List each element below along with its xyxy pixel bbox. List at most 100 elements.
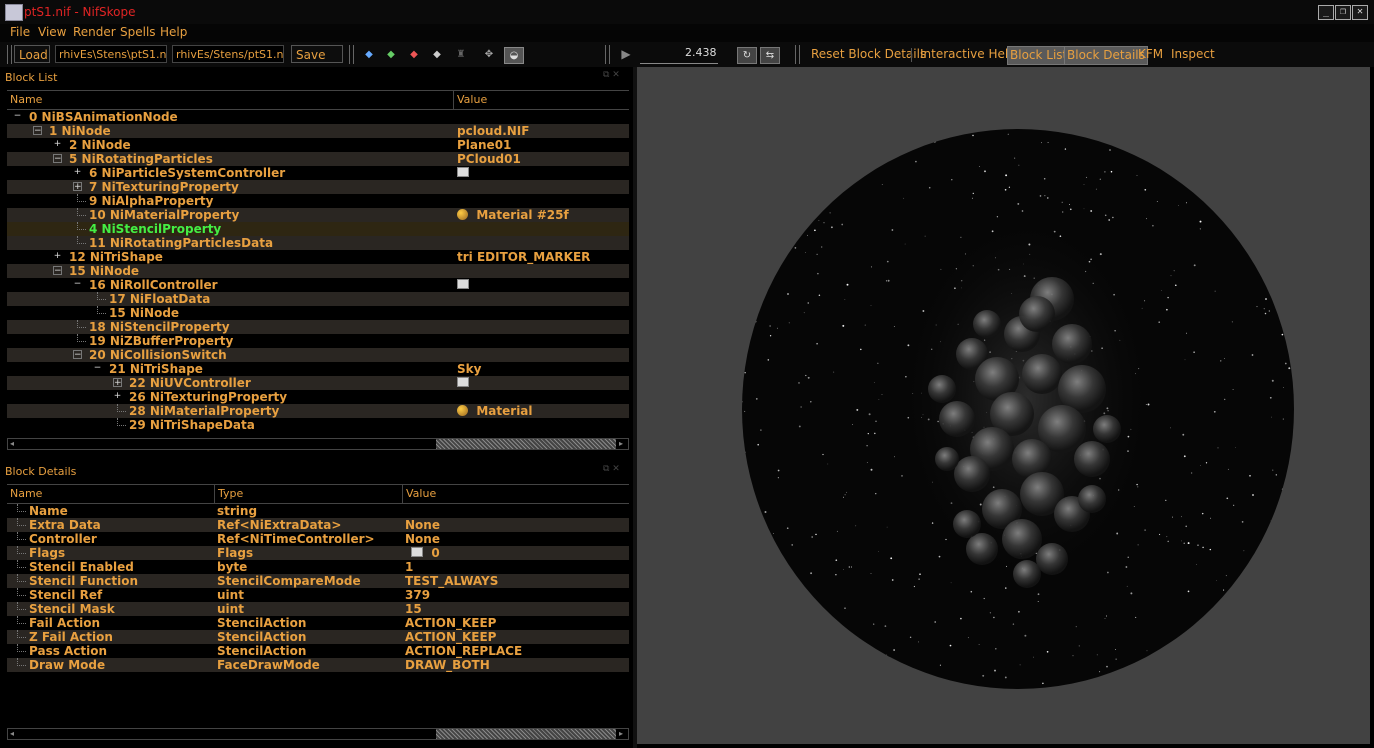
inspect-button[interactable]: Inspect bbox=[1171, 47, 1215, 61]
tree-row[interactable]: 29 NiTriShapeData bbox=[7, 418, 629, 432]
details-row[interactable]: Z Fail Action StencilAction ACTION_KEEP bbox=[7, 630, 629, 644]
dock-float-icon[interactable]: ⧉ ✕ bbox=[603, 464, 620, 474]
expand-icon[interactable]: + bbox=[73, 182, 82, 192]
tree-row[interactable]: 17 NiFloatData bbox=[7, 292, 629, 306]
details-field-value[interactable]: None bbox=[405, 532, 627, 546]
save-path-field[interactable]: rhivEs/Stens/ptS1.nif bbox=[172, 45, 284, 63]
load-button[interactable]: Load bbox=[14, 45, 50, 63]
details-field-value[interactable]: None bbox=[405, 518, 627, 532]
details-row[interactable]: Controller Ref<NiTimeController> None bbox=[7, 532, 629, 546]
flip-view-icon[interactable]: ✥ bbox=[480, 47, 498, 62]
toolbar-handle-3[interactable] bbox=[605, 45, 610, 64]
render-viewport[interactable] bbox=[637, 67, 1370, 744]
tree-row[interactable]: +22 NiUVController bbox=[7, 376, 629, 390]
tree-row[interactable]: −20 NiCollisionSwitch bbox=[7, 348, 629, 362]
tree-row[interactable]: −16 NiRollController bbox=[7, 278, 629, 292]
tree-row[interactable]: −0 NiBSAnimationNode bbox=[7, 110, 629, 124]
details-row[interactable]: Name string bbox=[7, 504, 629, 518]
tree-row[interactable]: 28 NiMaterialProperty Material bbox=[7, 404, 629, 418]
menu-render[interactable]: Render bbox=[73, 25, 116, 39]
dock-float-icon[interactable]: ⧉ ✕ bbox=[603, 70, 620, 80]
block-list-toggle[interactable]: Block List bbox=[1007, 46, 1071, 65]
expand-icon[interactable]: + bbox=[53, 252, 62, 261]
tree-row[interactable]: 18 NiStencilProperty bbox=[7, 320, 629, 334]
collapse-icon[interactable]: − bbox=[93, 364, 102, 373]
expand-icon[interactable]: + bbox=[53, 140, 62, 149]
column-header-name[interactable]: Name bbox=[7, 91, 454, 109]
tree-row[interactable]: −21 NiTriShape Sky bbox=[7, 362, 629, 376]
collapse-icon[interactable]: − bbox=[73, 350, 82, 360]
switch-animation-icon[interactable]: ⇆ bbox=[760, 47, 780, 64]
details-field-value[interactable]: ACTION_KEEP bbox=[405, 616, 627, 630]
details-field-value[interactable]: ACTION_KEEP bbox=[405, 630, 627, 644]
view-side-icon[interactable]: ◆ bbox=[382, 47, 400, 62]
walk-mode-icon[interactable]: ♜ bbox=[452, 47, 470, 62]
details-field-value[interactable] bbox=[405, 504, 627, 518]
tree-row[interactable]: +6 NiParticleSystemController bbox=[7, 166, 629, 180]
details-field-value[interactable]: DRAW_BOTH bbox=[405, 658, 627, 672]
play-icon[interactable]: ▶ bbox=[617, 47, 635, 62]
tree-row[interactable]: 10 NiMaterialProperty Material #25f bbox=[7, 208, 629, 222]
view-front-icon[interactable]: ◆ bbox=[360, 47, 378, 62]
collapse-icon[interactable]: − bbox=[53, 154, 62, 164]
details-row[interactable]: Stencil Mask uint 15 bbox=[7, 602, 629, 616]
column-header-value[interactable]: Value bbox=[454, 91, 629, 109]
expand-icon[interactable]: + bbox=[73, 168, 82, 177]
toolbar-handle[interactable] bbox=[7, 45, 12, 64]
details-field-value[interactable]: 379 bbox=[405, 588, 627, 602]
block-details-hscrollbar[interactable]: ◂ ▸ bbox=[7, 728, 629, 740]
tree-row[interactable]: 11 NiRotatingParticlesData bbox=[7, 236, 629, 250]
block-list-hscrollbar[interactable]: ◂ ▸ bbox=[7, 438, 629, 450]
details-row[interactable]: Pass Action StencilAction ACTION_REPLACE bbox=[7, 644, 629, 658]
expand-icon[interactable]: + bbox=[113, 392, 122, 401]
menu-spells[interactable]: Spells bbox=[120, 25, 156, 39]
details-row[interactable]: Stencil Function StencilCompareMode TEST_A… bbox=[7, 574, 629, 588]
tree-row[interactable]: 19 NiZBufferProperty bbox=[7, 334, 629, 348]
collapse-icon[interactable]: − bbox=[73, 280, 82, 289]
scroll-thumb[interactable] bbox=[436, 439, 616, 449]
tree-row[interactable]: +2 NiNode Plane01 bbox=[7, 138, 629, 152]
reset-block-details-button[interactable]: Reset Block Details bbox=[811, 47, 926, 61]
tree-row[interactable]: +12 NiTriShape tri EDITOR_MARKER bbox=[7, 250, 629, 264]
scroll-right-icon[interactable]: ▸ bbox=[619, 729, 623, 738]
collapse-icon[interactable]: − bbox=[53, 266, 62, 276]
details-field-value[interactable]: 1 bbox=[405, 560, 627, 574]
tree-row[interactable]: 9 NiAlphaProperty bbox=[7, 194, 629, 208]
details-row[interactable]: Draw Mode FaceDrawMode DRAW_BOTH bbox=[7, 658, 629, 672]
details-field-value[interactable]: TEST_ALWAYS bbox=[405, 574, 627, 588]
details-row[interactable]: Flags Flags 0 bbox=[7, 546, 629, 560]
collapse-icon[interactable]: − bbox=[33, 126, 42, 136]
column-header-name[interactable]: Name bbox=[7, 485, 215, 503]
restore-icon[interactable]: ❐ bbox=[1335, 5, 1351, 20]
scroll-left-icon[interactable]: ◂ bbox=[10, 729, 14, 738]
load-path-field[interactable]: rhivEs\Stens\ptS1.nif bbox=[55, 45, 167, 63]
scroll-right-icon[interactable]: ▸ bbox=[619, 439, 623, 448]
toolbar-handle-2[interactable] bbox=[349, 45, 354, 64]
save-as-button[interactable]: Save As bbox=[291, 45, 343, 80]
details-row[interactable]: Fail Action StencilAction ACTION_KEEP bbox=[7, 616, 629, 630]
scroll-left-icon[interactable]: ◂ bbox=[10, 439, 14, 448]
tree-row[interactable]: +7 NiTexturingProperty bbox=[7, 180, 629, 194]
scroll-thumb[interactable] bbox=[436, 729, 616, 739]
collapse-icon[interactable]: − bbox=[13, 112, 22, 121]
toolbar-handle-4[interactable] bbox=[795, 45, 800, 64]
details-field-value[interactable]: 15 bbox=[405, 602, 627, 616]
details-field-value[interactable]: 0 bbox=[405, 546, 627, 560]
view-top-icon[interactable]: ◆ bbox=[405, 47, 423, 62]
column-header-value[interactable]: Value bbox=[403, 485, 629, 503]
details-row[interactable]: Stencil Enabled byte 1 bbox=[7, 560, 629, 574]
menu-view[interactable]: View bbox=[38, 25, 66, 39]
perspective-icon[interactable]: ◒ bbox=[504, 47, 524, 64]
tree-row[interactable]: 15 NiNode bbox=[7, 306, 629, 320]
menu-help[interactable]: Help bbox=[160, 25, 187, 39]
minimize-icon[interactable]: _ bbox=[1318, 5, 1334, 20]
menu-file[interactable]: File bbox=[10, 25, 30, 39]
tree-row[interactable]: −1 NiNode pcloud.NIF bbox=[7, 124, 629, 138]
tree-row[interactable]: −15 NiNode bbox=[7, 264, 629, 278]
loop-icon[interactable]: ↻ bbox=[737, 47, 757, 64]
tree-row[interactable]: +26 NiTexturingProperty bbox=[7, 390, 629, 404]
details-row[interactable]: Extra Data Ref<NiExtraData> None bbox=[7, 518, 629, 532]
block-details-toggle[interactable]: Block Details bbox=[1064, 46, 1148, 65]
close-icon[interactable]: ✕ bbox=[1352, 5, 1368, 20]
details-row[interactable]: Stencil Ref uint 379 bbox=[7, 588, 629, 602]
